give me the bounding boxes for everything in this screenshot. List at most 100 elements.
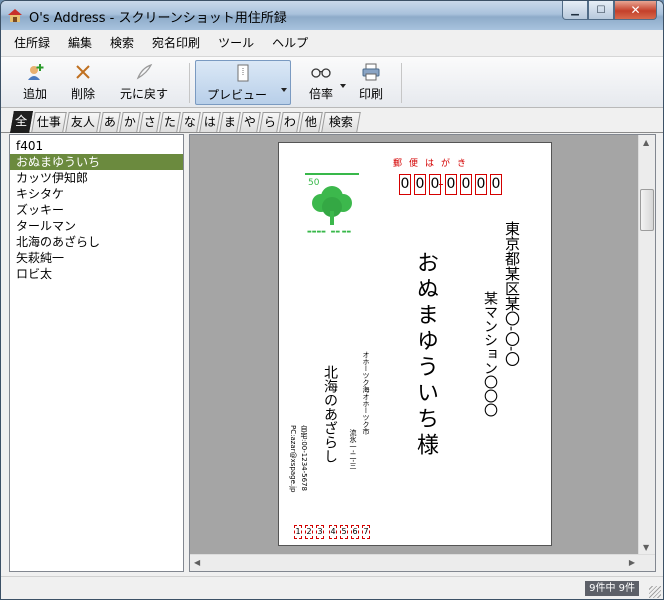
record-count: 9件中 9件 bbox=[585, 581, 639, 596]
maximize-icon: ☐ bbox=[596, 4, 606, 16]
list-item[interactable]: キシタケ bbox=[10, 186, 183, 202]
window-title: O's Address - スクリーンショット用住所録 bbox=[29, 11, 287, 26]
menu-edit[interactable]: 編集 bbox=[59, 33, 101, 53]
preview-page-icon bbox=[233, 63, 253, 83]
tab-ya[interactable]: や bbox=[239, 112, 261, 132]
tab-ma[interactable]: ま bbox=[219, 112, 241, 132]
print-button[interactable]: 印刷 bbox=[349, 60, 393, 105]
tab-work[interactable]: 仕事 bbox=[31, 112, 67, 132]
sender-zip-digit: 5 bbox=[340, 525, 348, 539]
list-item[interactable]: ロビ太 bbox=[10, 266, 183, 282]
zip-digit: 0 bbox=[460, 174, 472, 195]
preview-button[interactable]: プレビュー bbox=[195, 60, 291, 105]
recipient-name: おぬまゆういち様 bbox=[413, 251, 438, 459]
menu-bar: 住所録 編集 検索 宛名印刷 ツール ヘルプ bbox=[1, 30, 663, 56]
list-item[interactable]: 矢萩純一 bbox=[10, 250, 183, 266]
zip-digit: 0 bbox=[414, 174, 426, 195]
tab-friends[interactable]: 友人 bbox=[65, 112, 101, 132]
delete-x-icon bbox=[73, 62, 93, 82]
menu-tools[interactable]: ツール bbox=[209, 33, 263, 53]
zip-digit: 0 bbox=[399, 174, 411, 195]
zip-digit: 0 bbox=[475, 174, 487, 195]
maximize-button[interactable]: ☐ bbox=[588, 1, 614, 20]
scroll-right-icon[interactable]: ▶ bbox=[629, 558, 635, 567]
sender-phone: 自宅:00-1234-5678 bbox=[300, 425, 308, 491]
sender-address-line1: オホーツク海オホーツク市 bbox=[362, 351, 370, 435]
menu-address-book[interactable]: 住所録 bbox=[5, 33, 59, 53]
scroll-down-icon[interactable]: ▼ bbox=[643, 543, 649, 552]
menu-help[interactable]: ヘルプ bbox=[263, 33, 317, 53]
stamp: 50 ▬▬▬▬ ▬▬ ▬▬ bbox=[305, 173, 359, 237]
tab-na[interactable]: な bbox=[179, 112, 201, 132]
sender-zip-digit: 7 bbox=[362, 525, 370, 539]
sender-zip-digit: 4 bbox=[329, 525, 337, 539]
list-item[interactable]: 北海のあざらし bbox=[10, 234, 183, 250]
delete-button[interactable]: 削除 bbox=[61, 60, 105, 105]
sender-zip-digit: 6 bbox=[351, 525, 359, 539]
toolbar-separator bbox=[189, 63, 190, 103]
undo-feather-icon bbox=[134, 62, 154, 82]
scroll-left-icon[interactable]: ◀ bbox=[194, 558, 200, 567]
add-button[interactable]: 追加 bbox=[13, 60, 57, 105]
scroll-up-icon[interactable]: ▲ bbox=[643, 138, 649, 147]
sender-address-line2: 流氷一-二-三 bbox=[349, 429, 357, 470]
tab-ha[interactable]: は bbox=[199, 112, 221, 132]
tab-ta[interactable]: た bbox=[159, 112, 181, 132]
sender-email: PC:azar@xspage.jp bbox=[289, 425, 297, 493]
vertical-scrollbar[interactable]: ▲ ▼ bbox=[638, 135, 655, 555]
list-item[interactable]: カッツ伊知郎 bbox=[10, 170, 183, 186]
zip-digit: 0 bbox=[490, 174, 502, 195]
tab-sa[interactable]: さ bbox=[139, 112, 161, 132]
recipient-address-line2: 某マンション〇〇〇 bbox=[482, 291, 498, 417]
tab-ka[interactable]: か bbox=[119, 112, 141, 132]
tab-ra[interactable]: ら bbox=[259, 112, 281, 132]
menu-address-print[interactable]: 宛名印刷 bbox=[143, 33, 209, 53]
minimize-button[interactable]: ▁ bbox=[562, 1, 588, 20]
toolbar-separator bbox=[401, 63, 402, 103]
tree-icon bbox=[312, 186, 352, 225]
resize-grip-icon[interactable] bbox=[649, 586, 661, 598]
close-icon: ✕ bbox=[630, 3, 641, 17]
tab-wa[interactable]: わ bbox=[279, 112, 301, 132]
add-label: 追加 bbox=[22, 87, 47, 101]
index-tab-bar: 全 仕事 友人 あ か さ た な は ま や ら わ 他 検索 bbox=[1, 109, 663, 133]
sender-zip-digit: 1 bbox=[294, 525, 302, 539]
title-bar[interactable]: O's Address - スクリーンショット用住所録 ▁ ☐ ✕ bbox=[1, 1, 663, 30]
menu-search[interactable]: 検索 bbox=[101, 33, 143, 53]
status-bar: 9件中 9件 bbox=[1, 576, 663, 599]
minimize-icon: ▁ bbox=[571, 4, 579, 16]
chevron-down-icon bbox=[281, 88, 287, 92]
print-label: 印刷 bbox=[358, 87, 383, 101]
close-button[interactable]: ✕ bbox=[614, 1, 657, 20]
undo-label: 元に戻す bbox=[119, 87, 168, 101]
contact-list[interactable]: f401 おぬまゆういち カッツ伊知郎 キシタケ ズッキー タールマン 北海のあ… bbox=[9, 134, 184, 572]
list-item[interactable]: ズッキー bbox=[10, 202, 183, 218]
stamp-footer-lines: ▬▬▬▬ ▬▬ ▬▬ bbox=[307, 229, 352, 235]
postcard-preview[interactable]: 郵便はがき 0 0 0 0 0 0 0 50 ▬▬▬▬ ▬▬ ▬▬ 東京都某区某… bbox=[189, 134, 656, 572]
sender-zip-digit: 3 bbox=[316, 525, 324, 539]
sender-name: 北海のあざらし bbox=[322, 365, 338, 463]
tab-search[interactable]: 検索 bbox=[321, 112, 361, 132]
list-item[interactable]: おぬまゆういち bbox=[10, 154, 183, 170]
printer-icon bbox=[361, 62, 381, 82]
tab-other[interactable]: 他 bbox=[299, 112, 323, 132]
postcard-label: 郵便はがき bbox=[393, 159, 474, 169]
zip-dash bbox=[439, 184, 443, 185]
recipient-address-line1: 東京都某区某〇-〇-〇 bbox=[503, 221, 521, 367]
add-user-icon bbox=[25, 62, 45, 82]
tab-a[interactable]: あ bbox=[99, 112, 121, 132]
list-item[interactable]: タールマン bbox=[10, 218, 183, 234]
zoom-button[interactable]: 倍率 bbox=[297, 60, 346, 105]
toolbar: 追加 削除 元に戻す プレビュー 倍率 印刷 bbox=[1, 56, 663, 108]
house-icon bbox=[7, 7, 23, 23]
postcard: 郵便はがき 0 0 0 0 0 0 0 50 ▬▬▬▬ ▬▬ ▬▬ 東京都某区某… bbox=[278, 142, 552, 546]
tab-all[interactable]: 全 bbox=[10, 111, 33, 133]
app-window: O's Address - スクリーンショット用住所録 ▁ ☐ ✕ 住所録 編集… bbox=[0, 0, 664, 600]
chevron-down-icon bbox=[340, 84, 346, 88]
scroll-thumb[interactable] bbox=[640, 189, 654, 231]
preview-label: プレビュー bbox=[206, 88, 267, 102]
list-item[interactable]: f401 bbox=[10, 138, 183, 154]
delete-label: 削除 bbox=[70, 87, 95, 101]
undo-button[interactable]: 元に戻す bbox=[111, 60, 177, 105]
horizontal-scrollbar[interactable]: ◀ ▶ bbox=[190, 554, 655, 571]
